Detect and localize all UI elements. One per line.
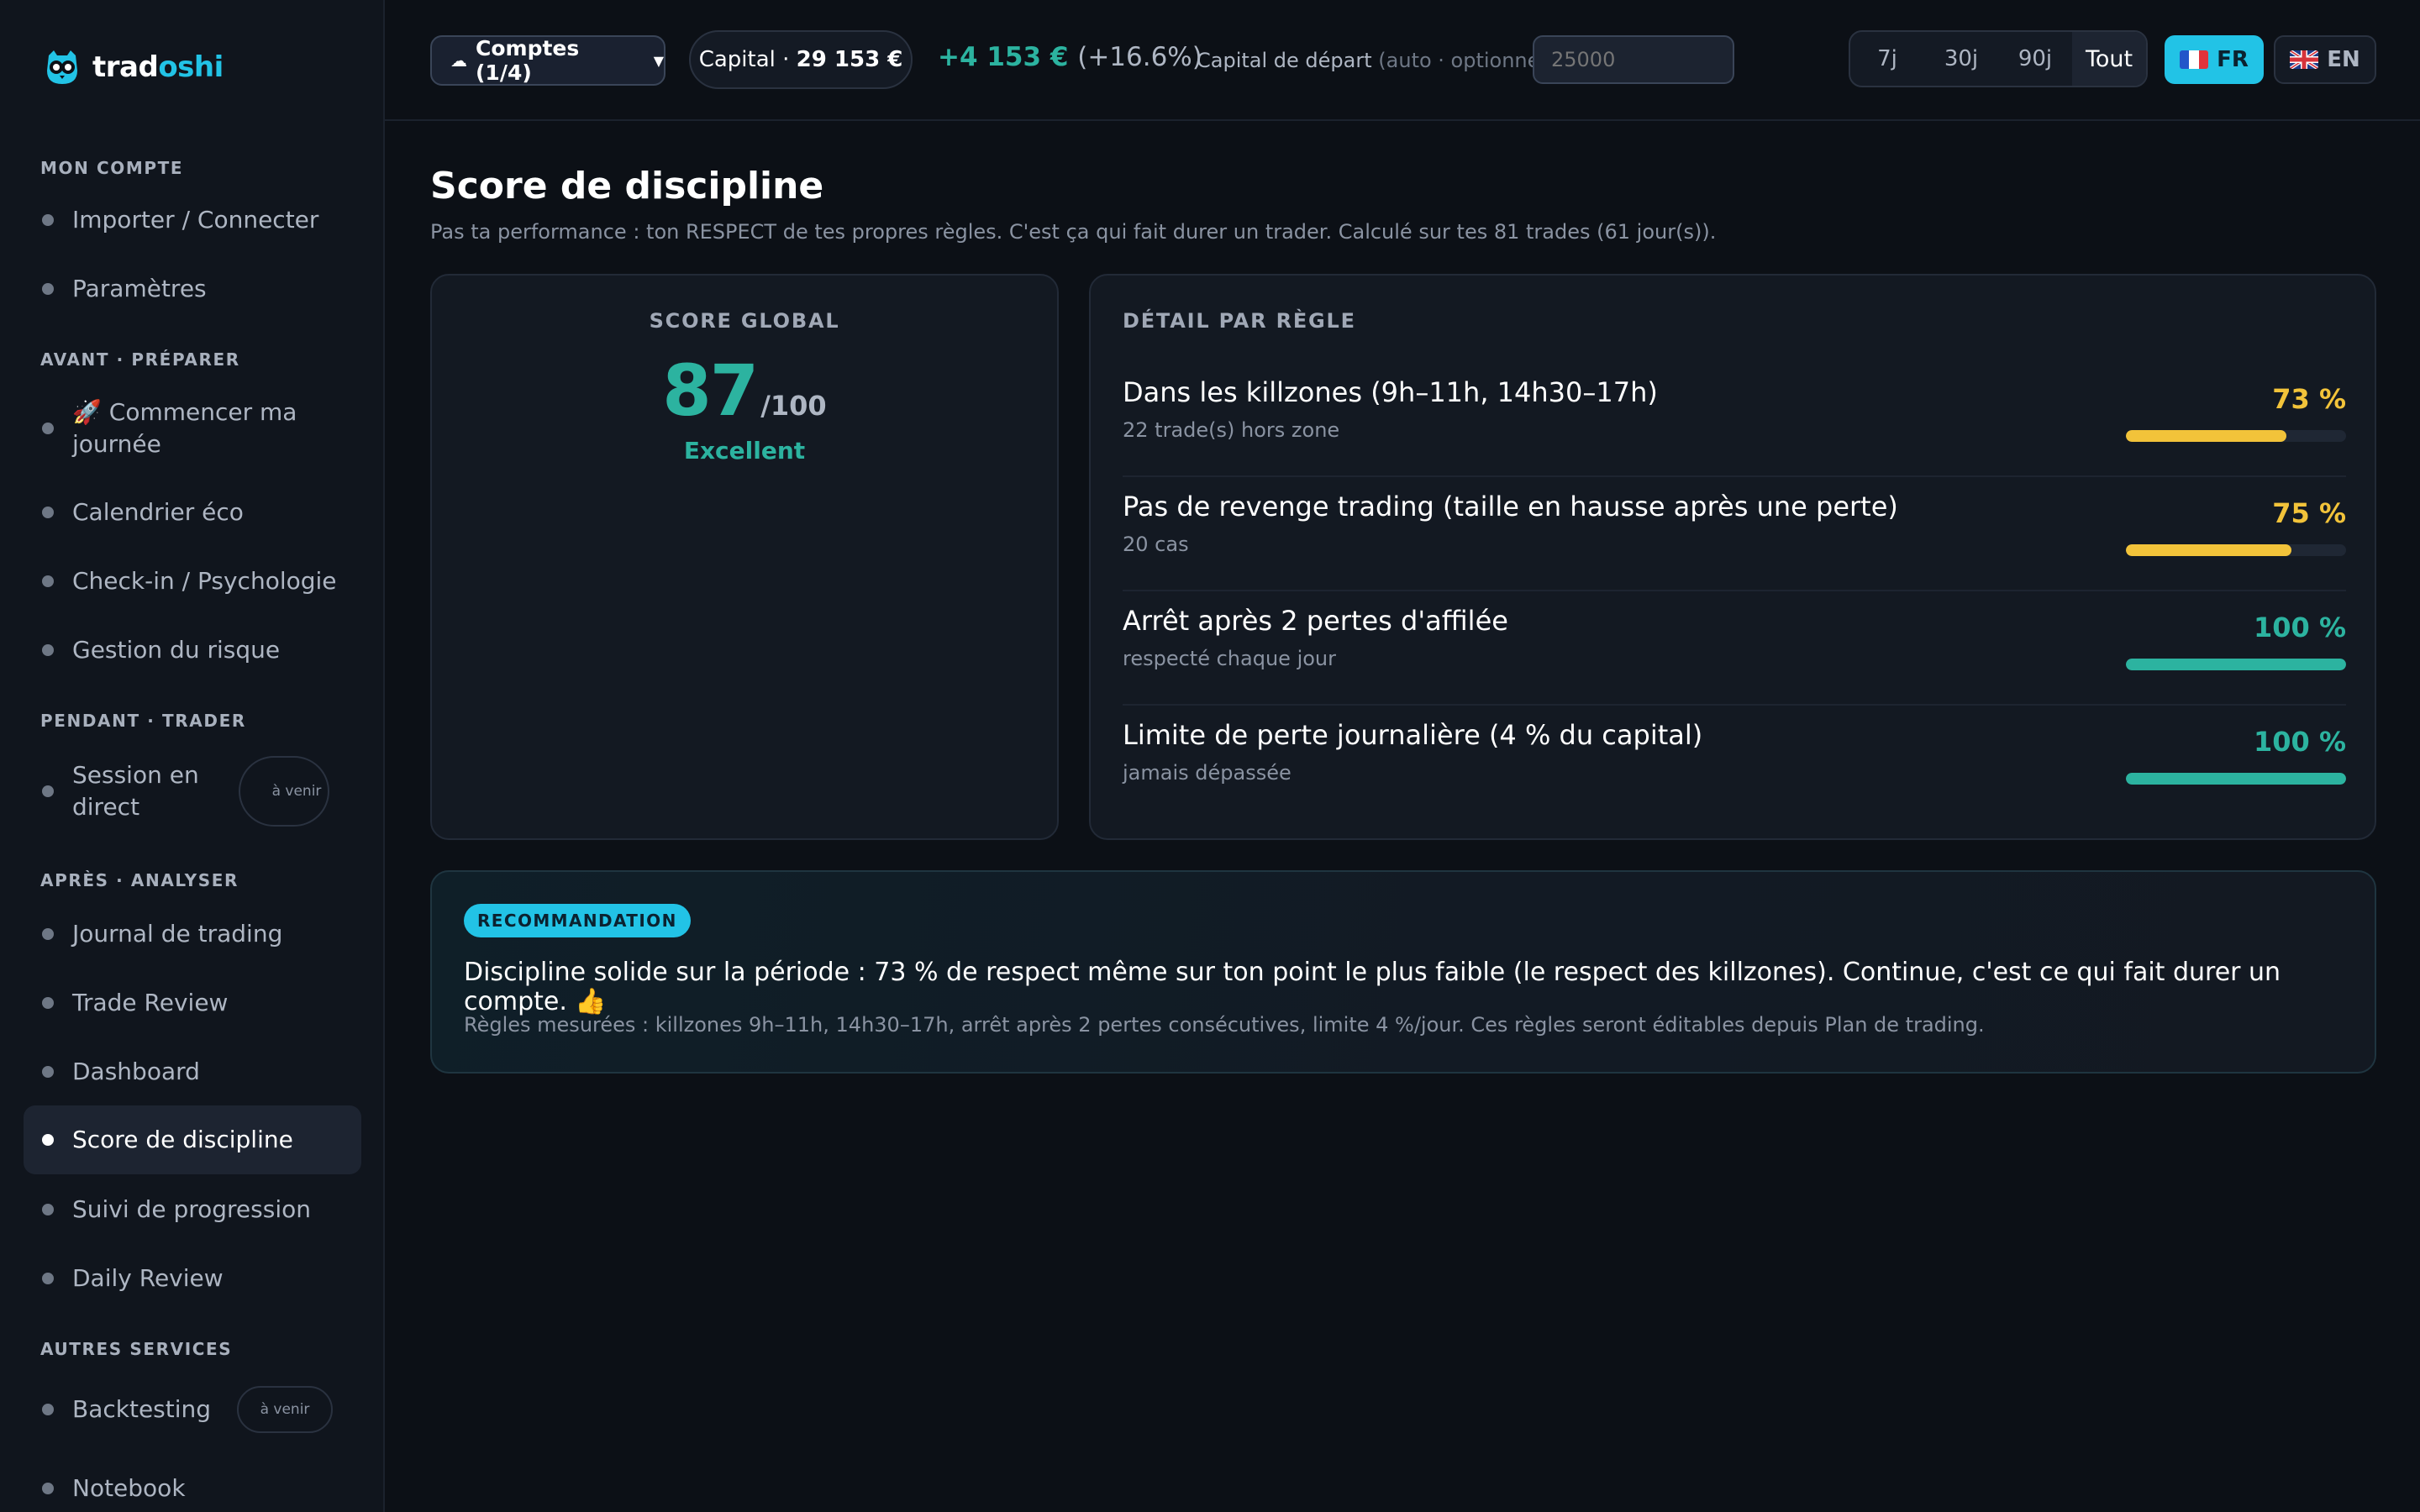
sidebar-item-notebook[interactable]: Notebook (24, 1470, 361, 1507)
rule-subtext: 20 cas (1123, 533, 1189, 556)
france-flag-icon (2180, 50, 2209, 69)
section-avant-preparer: AVANT · PRÉPARER (40, 349, 240, 370)
rule-name: Pas de revenge trading (taille en hausse… (1123, 491, 1898, 522)
sidebar-item-journal[interactable]: Journal de trading (24, 916, 361, 953)
global-score-title: SCORE GLOBAL (649, 309, 840, 333)
rule-detail-title: DÉTAIL PAR RÈGLE (1123, 309, 1356, 333)
accounts-dropdown[interactable]: ☁ Comptes (1/4) ▼ (430, 35, 666, 86)
gain-value: +4 153 € (+16.6%) (938, 42, 1202, 72)
rule-row: Limite de perte journalière (4 % du capi… (1123, 706, 2346, 820)
rule-progress-fill (2126, 773, 2346, 785)
bullet-icon (42, 1204, 54, 1215)
score-number: 87 (662, 349, 759, 432)
score-grade: Excellent (683, 437, 806, 465)
sidebar-item-gestion-risque[interactable]: Gestion du risque (24, 632, 361, 669)
rule-percentage: 73 % (2272, 383, 2346, 415)
rule-name: Dans les killzones (9h–11h, 14h30–17h) (1123, 376, 1658, 408)
chevron-down-icon: ▼ (653, 52, 664, 69)
rule-name: Limite de perte journalière (4 % du capi… (1123, 719, 1703, 751)
lang-fr-button[interactable]: FR (2165, 35, 2264, 84)
owl-logo-icon (44, 47, 81, 87)
bullet-icon (42, 1066, 54, 1078)
sidebar-item-calendrier-eco[interactable]: Calendrier éco (24, 494, 361, 531)
sidebar-item-importer[interactable]: Importer / Connecter (24, 202, 361, 239)
recommendation-note: Règles mesurées : killzones 9h–11h, 14h3… (464, 1013, 1985, 1037)
sidebar-item-daily-review[interactable]: Daily Review (24, 1260, 361, 1297)
sidebar-item-session-direct[interactable]: Session en direct à venir (24, 756, 361, 827)
bullet-icon (42, 214, 54, 226)
rule-subtext: jamais dépassée (1123, 761, 1292, 785)
page-title: Score de discipline (430, 165, 824, 207)
rule-progress-bar (2126, 544, 2346, 556)
sidebar-item-trade-review[interactable]: Trade Review (24, 984, 361, 1021)
bullet-icon (42, 575, 54, 587)
rule-progress-bar (2126, 430, 2346, 442)
capital-badge: Capital · 29 153 € (689, 30, 913, 89)
cloud-icon: ☁ (450, 50, 467, 71)
range-tout[interactable]: Tout (2072, 32, 2146, 86)
start-capital-label: Capital de départ (auto · optionnel) (1197, 49, 1554, 72)
section-mon-compte: MON COMPTE (40, 158, 184, 178)
rule-percentage: 75 % (2272, 497, 2346, 529)
bullet-icon (42, 1483, 54, 1494)
range-7j[interactable]: 7j (1850, 32, 1924, 86)
rule-row: Dans les killzones (9h–11h, 14h30–17h) 2… (1123, 363, 2346, 477)
recommendation-badge: RECOMMANDATION (464, 904, 691, 937)
bullet-icon (42, 1134, 54, 1146)
bullet-icon (42, 423, 54, 434)
period-selector: 7j 30j 90j Tout (1849, 30, 2148, 87)
coming-soon-badge: à venir (237, 1386, 333, 1433)
sidebar-item-commencer-journee[interactable]: 🚀 Commencer ma journée (24, 395, 361, 462)
uk-flag-icon (2290, 50, 2319, 69)
bullet-icon (42, 283, 54, 295)
bullet-icon (42, 507, 54, 518)
rule-percentage: 100 % (2254, 726, 2346, 758)
recommendation-card: RECOMMANDATION Discipline solide sur la … (430, 870, 2376, 1074)
rule-row: Pas de revenge trading (taille en hausse… (1123, 477, 2346, 591)
bullet-icon (42, 1404, 54, 1415)
score-max: /100 (760, 390, 827, 422)
section-autres-services: AUTRES SERVICES (40, 1339, 233, 1359)
bullet-icon (42, 785, 54, 797)
sidebar-item-backtesting[interactable]: Backtesting à venir (24, 1386, 361, 1433)
brand-logo[interactable]: tradoshi (44, 47, 224, 87)
section-pendant-trader: PENDANT · TRADER (40, 711, 246, 731)
global-score-value: 87 /100 (432, 349, 1057, 432)
sidebar-item-dashboard[interactable]: Dashboard (24, 1053, 361, 1090)
rule-detail-card: DÉTAIL PAR RÈGLE Dans les killzones (9h–… (1089, 274, 2376, 840)
coming-soon-badge: à venir (239, 756, 329, 827)
bullet-icon (42, 928, 54, 940)
rule-progress-fill (2126, 659, 2346, 670)
sidebar: tradoshi MON COMPTE Importer / Connecter… (0, 0, 385, 1512)
bullet-icon (42, 997, 54, 1009)
start-capital-input[interactable] (1533, 35, 1734, 84)
rule-progress-fill (2126, 430, 2287, 442)
recommendation-text: Discipline solide sur la période : 73 % … (464, 958, 2281, 1016)
sidebar-item-parametres[interactable]: Paramètres (24, 270, 361, 307)
bullet-icon (42, 1273, 54, 1284)
section-apres-analyser: APRÈS · ANALYSER (40, 870, 239, 890)
sidebar-item-score-discipline[interactable]: Score de discipline (24, 1105, 361, 1174)
top-bar: ☁ Comptes (1/4) ▼ Capital · 29 153 € +4 … (385, 0, 2420, 121)
rule-name: Arrêt après 2 pertes d'affilée (1123, 605, 1508, 637)
range-90j[interactable]: 90j (1998, 32, 2072, 86)
rule-row: Arrêt après 2 pertes d'affilée respecté … (1123, 591, 2346, 706)
brand-name: tradoshi (92, 50, 224, 84)
sidebar-item-suivi-progression[interactable]: Suivi de progression (24, 1191, 361, 1228)
rule-progress-bar (2126, 659, 2346, 670)
rule-subtext: respecté chaque jour (1123, 647, 1336, 670)
global-score-card: SCORE GLOBAL 87 /100 Excellent (430, 274, 1059, 840)
rule-progress-fill (2126, 544, 2291, 556)
page-subtitle: Pas ta performance : ton RESPECT de tes … (430, 220, 1717, 244)
lang-en-button[interactable]: EN (2274, 35, 2376, 84)
rule-percentage: 100 % (2254, 612, 2346, 643)
rule-subtext: 22 trade(s) hors zone (1123, 418, 1340, 442)
bullet-icon (42, 644, 54, 656)
sidebar-item-check-in[interactable]: Check-in / Psychologie (24, 563, 361, 600)
range-30j[interactable]: 30j (1924, 32, 1998, 86)
rule-progress-bar (2126, 773, 2346, 785)
